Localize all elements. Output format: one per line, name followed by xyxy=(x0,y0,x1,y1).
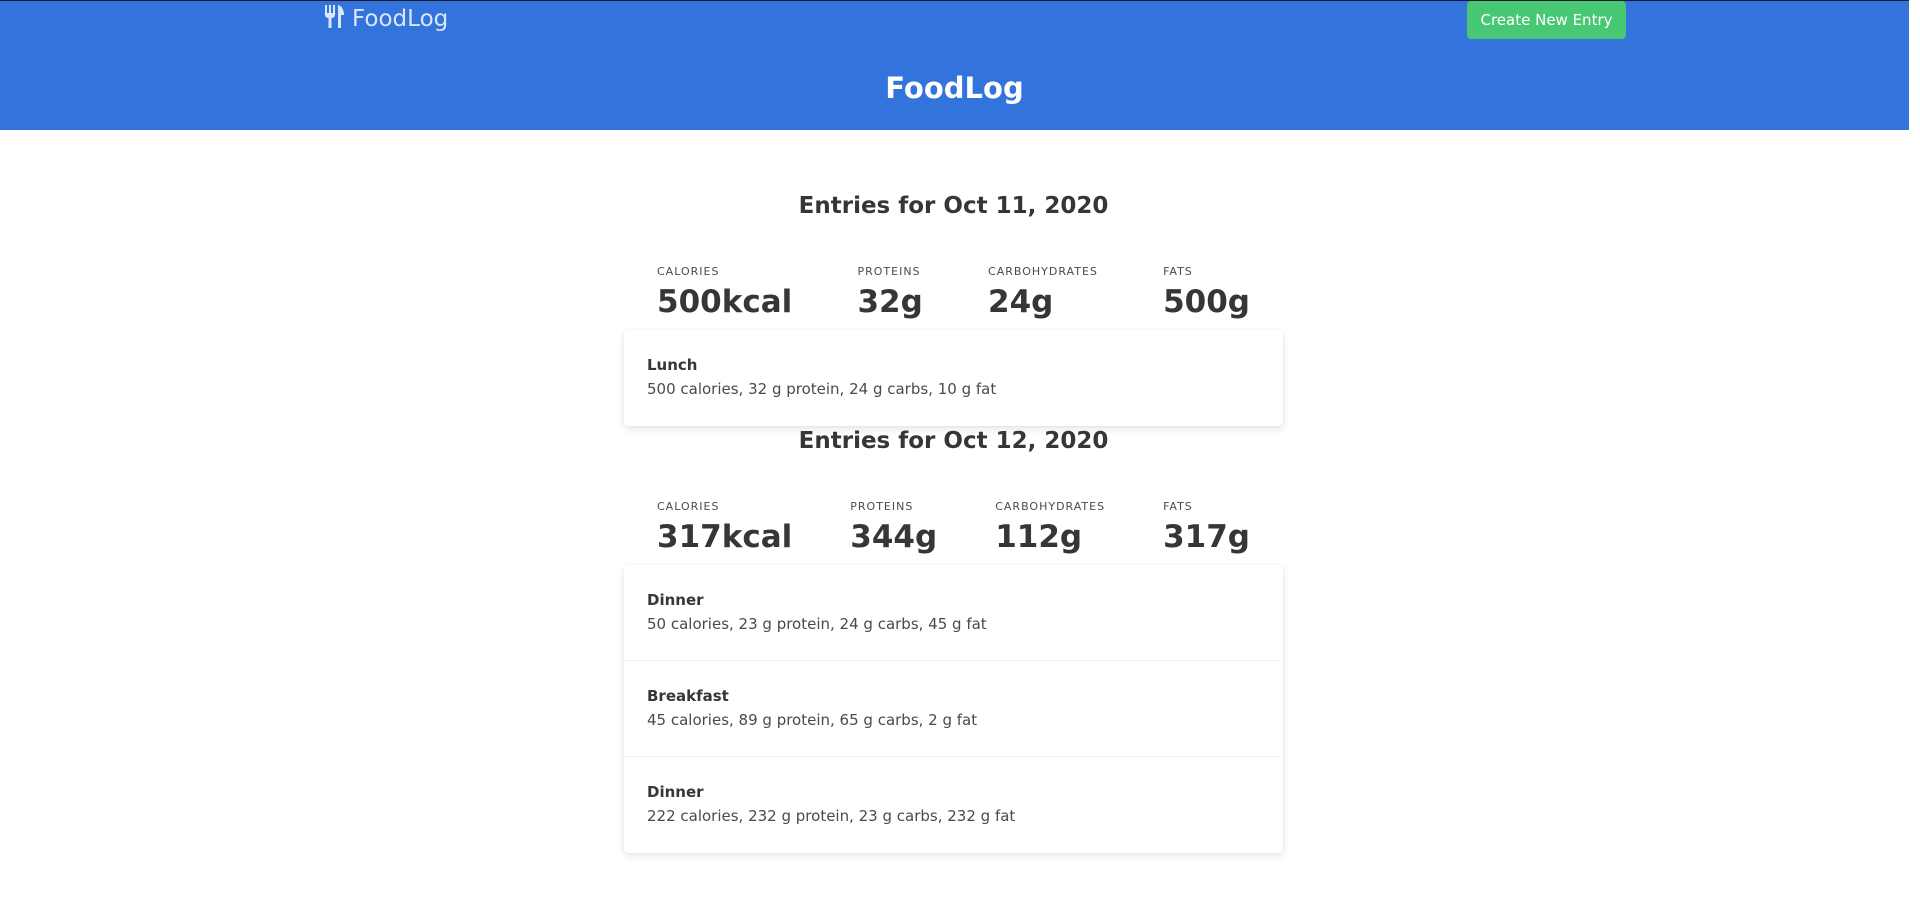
stat-value: 24g xyxy=(988,284,1054,320)
entry-name: Lunch xyxy=(647,356,698,374)
stat-heading: PROTEINS xyxy=(857,265,921,278)
stat-carbohydrates: CARBOHYDRATES 24g xyxy=(988,265,1098,320)
stat-proteins: PROTEINS 344g xyxy=(850,500,937,555)
day-title: Entries for Oct 11, 2020 xyxy=(798,193,1109,219)
main-content: Entries for Oct 11, 2020 CALORIES 500kca… xyxy=(624,130,1283,853)
brand-link[interactable]: FoodLog xyxy=(324,4,448,34)
stat-value: 500g xyxy=(1163,284,1250,320)
hero-banner: FoodLog Create New Entry FoodLog xyxy=(0,1,1909,130)
list-item[interactable]: Breakfast 45 calories, 89 g protein, 65 … xyxy=(624,661,1283,757)
day-stats: CALORIES 317kcal PROTEINS 344g CARBOHYDR… xyxy=(624,500,1283,555)
entry-name: Dinner xyxy=(647,591,704,609)
stat-proteins: PROTEINS 32g xyxy=(857,265,922,320)
stat-carbohydrates: CARBOHYDRATES 112g xyxy=(995,500,1105,555)
scrollbar[interactable] xyxy=(1909,0,1920,918)
entry-name: Dinner xyxy=(647,783,704,801)
navbar: FoodLog Create New Entry xyxy=(0,1,1909,41)
entry-detail: 45 calories, 89 g protein, 65 g carbs, 2… xyxy=(647,711,978,729)
entry-detail: 50 calories, 23 g protein, 24 g carbs, 4… xyxy=(647,615,987,633)
stat-value: 500kcal xyxy=(657,284,793,320)
day-stats: CALORIES 500kcal PROTEINS 32g CARBOHYDRA… xyxy=(624,265,1283,320)
entry-name: Breakfast xyxy=(647,687,729,705)
stat-value: 344g xyxy=(850,519,938,555)
stat-heading: CARBOHYDRATES xyxy=(995,500,1106,513)
entry-list: Dinner 50 calories, 23 g protein, 24 g c… xyxy=(624,565,1283,853)
list-item[interactable]: Dinner 222 calories, 232 g protein, 23 g… xyxy=(624,757,1283,853)
hero-title: FoodLog xyxy=(885,71,1024,105)
stat-value: 112g xyxy=(995,519,1083,555)
day-title: Entries for Oct 12, 2020 xyxy=(798,428,1109,454)
stat-fats: FATS 317g xyxy=(1163,500,1250,555)
create-new-entry-button[interactable]: Create New Entry xyxy=(1467,1,1626,39)
stat-heading: CALORIES xyxy=(657,265,720,278)
day-section: Entries for Oct 11, 2020 CALORIES 500kca… xyxy=(624,193,1283,426)
stat-value: 317g xyxy=(1163,519,1250,555)
stat-heading: CALORIES xyxy=(657,500,720,513)
page: FoodLog Create New Entry FoodLog Entries… xyxy=(0,0,1909,918)
stat-heading: FATS xyxy=(1163,265,1193,278)
list-item[interactable]: Dinner 50 calories, 23 g protein, 24 g c… xyxy=(624,565,1283,661)
stat-calories: CALORIES 500kcal xyxy=(657,265,792,320)
utensils-icon xyxy=(324,4,352,34)
stat-fats: FATS 500g xyxy=(1163,265,1250,320)
stat-heading: PROTEINS xyxy=(850,500,914,513)
entry-list: Lunch 500 calories, 32 g protein, 24 g c… xyxy=(624,330,1283,426)
brand-label: FoodLog xyxy=(352,6,449,32)
stat-heading: FATS xyxy=(1163,500,1193,513)
stat-calories: CALORIES 317kcal xyxy=(657,500,792,555)
entry-detail: 500 calories, 32 g protein, 24 g carbs, … xyxy=(647,380,997,398)
stat-heading: CARBOHYDRATES xyxy=(988,265,1098,278)
stat-value: 32g xyxy=(857,284,923,320)
list-item[interactable]: Lunch 500 calories, 32 g protein, 24 g c… xyxy=(624,330,1283,426)
day-section: Entries for Oct 12, 2020 CALORIES 317kca… xyxy=(624,428,1283,853)
stat-value: 317kcal xyxy=(657,519,793,555)
entry-detail: 222 calories, 232 g protein, 23 g carbs,… xyxy=(647,807,1016,825)
